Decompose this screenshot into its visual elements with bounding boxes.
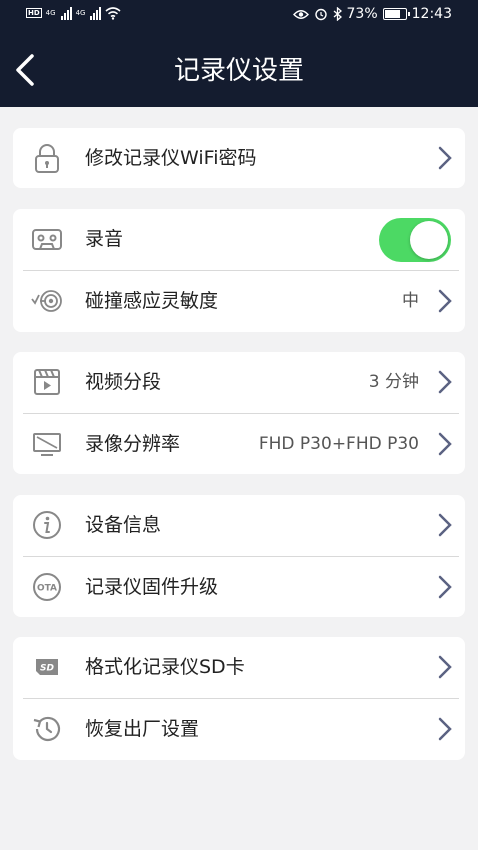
settings-group-wifi: 修改记录仪WiFi密码 xyxy=(13,128,465,188)
chevron-right-icon xyxy=(438,432,452,456)
settings-group-recording: 录音 碰撞感应灵敏度 中 xyxy=(13,209,465,332)
toggle-knob xyxy=(410,221,448,259)
lock-icon xyxy=(35,144,59,173)
device-info-row[interactable]: 设备信息 xyxy=(13,495,465,555)
chevron-right-icon xyxy=(438,289,452,313)
clapperboard-icon xyxy=(34,369,60,395)
chevron-right-icon xyxy=(438,370,452,394)
network-type-2: 4G xyxy=(75,9,86,17)
row-label: 视频分段 xyxy=(85,371,162,393)
row-label: 录像分辨率 xyxy=(85,433,181,455)
sd-card-icon: SD xyxy=(36,659,58,675)
row-label: 碰撞感应灵敏度 xyxy=(85,290,219,312)
screen-resolution-icon xyxy=(33,433,61,456)
collision-sensor-icon xyxy=(31,290,62,312)
chevron-right-icon xyxy=(438,513,452,537)
row-value: 3 分钟 xyxy=(368,372,419,392)
wifi-icon xyxy=(105,6,121,20)
signal-icon-2 xyxy=(90,6,102,20)
collision-sensitivity-row[interactable]: 碰撞感应灵敏度 中 xyxy=(13,271,465,331)
video-segment-row[interactable]: 视频分段 3 分钟 xyxy=(13,352,465,412)
audio-recording-row: 录音 xyxy=(13,209,465,269)
factory-reset-row[interactable]: 恢复出厂设置 xyxy=(13,699,465,759)
clock: 12:43 xyxy=(411,6,452,22)
info-icon xyxy=(33,511,61,539)
eye-icon xyxy=(292,9,309,19)
audio-recording-toggle[interactable] xyxy=(379,218,451,262)
row-label: 恢复出厂设置 xyxy=(85,718,200,740)
firmware-upgrade-row[interactable]: OTA 记录仪固件升级 xyxy=(13,557,465,617)
row-label: 记录仪固件升级 xyxy=(85,576,219,598)
row-label: 录音 xyxy=(85,228,124,250)
chevron-right-icon xyxy=(438,655,452,679)
chevron-right-icon xyxy=(438,146,452,170)
format-sd-card-row[interactable]: SD 格式化记录仪SD卡 xyxy=(13,637,465,697)
settings-group-storage: SD 格式化记录仪SD卡 恢复出厂设置 xyxy=(13,637,465,760)
cassette-icon xyxy=(32,229,62,250)
chevron-right-icon xyxy=(438,575,452,599)
settings-group-video: 视频分段 3 分钟 录像分辨率 FHD P30+FHD P30 xyxy=(13,352,465,474)
app-header: HD 4G 4G 73% 12:43 记录仪设置 xyxy=(0,0,478,107)
page-title: 记录仪设置 xyxy=(173,56,304,86)
alarm-icon xyxy=(314,8,327,21)
row-value: FHD P30+FHD P30 xyxy=(258,434,419,454)
signal-icon xyxy=(60,6,72,20)
row-label: 修改记录仪WiFi密码 xyxy=(85,147,257,169)
svg-text:OTA: OTA xyxy=(37,584,57,594)
video-resolution-row[interactable]: 录像分辨率 FHD P30+FHD P30 xyxy=(13,414,465,474)
row-label: 格式化记录仪SD卡 xyxy=(85,656,245,678)
row-label: 设备信息 xyxy=(85,514,162,536)
chevron-right-icon xyxy=(438,717,452,741)
bluetooth-icon xyxy=(333,7,342,21)
network-type-1: 4G xyxy=(45,9,56,17)
row-value: 中 xyxy=(402,291,419,311)
restore-history-icon xyxy=(33,716,61,742)
settings-group-device: 设备信息 OTA 记录仪固件升级 xyxy=(13,495,465,617)
svg-text:SD: SD xyxy=(40,664,54,674)
battery-icon xyxy=(382,8,410,20)
status-bar: HD 4G 4G 73% 12:43 xyxy=(0,0,478,34)
change-wifi-password-row[interactable]: 修改记录仪WiFi密码 xyxy=(13,128,465,188)
hd-badge: HD xyxy=(26,8,42,18)
ota-icon: OTA xyxy=(33,573,61,601)
battery-percent: 73% xyxy=(346,6,378,22)
